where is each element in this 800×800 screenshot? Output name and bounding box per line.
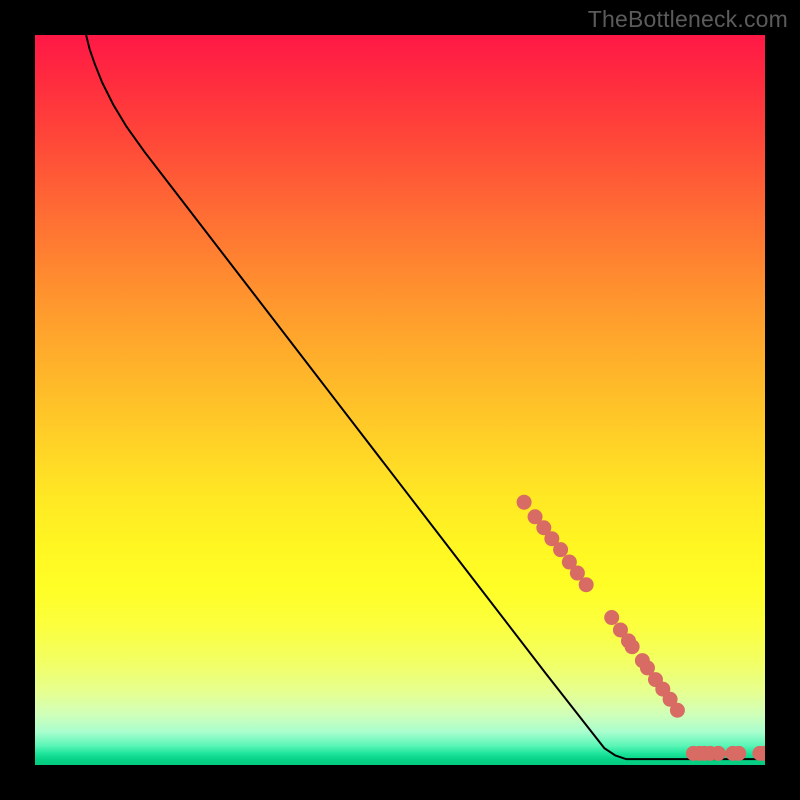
- marker-group: [517, 495, 765, 760]
- data-marker: [732, 746, 746, 760]
- data-marker: [579, 578, 593, 592]
- data-marker: [605, 611, 619, 625]
- data-marker: [625, 640, 639, 654]
- data-marker: [570, 566, 584, 580]
- data-marker: [554, 543, 568, 557]
- bottleneck-curve: [86, 35, 765, 759]
- data-marker: [670, 703, 684, 717]
- watermark-text: TheBottleneck.com: [588, 6, 788, 33]
- curve-layer: [35, 35, 765, 765]
- plot-area: [35, 35, 765, 765]
- data-marker: [517, 495, 531, 509]
- chart-frame: TheBottleneck.com: [0, 0, 800, 800]
- data-marker: [711, 746, 725, 760]
